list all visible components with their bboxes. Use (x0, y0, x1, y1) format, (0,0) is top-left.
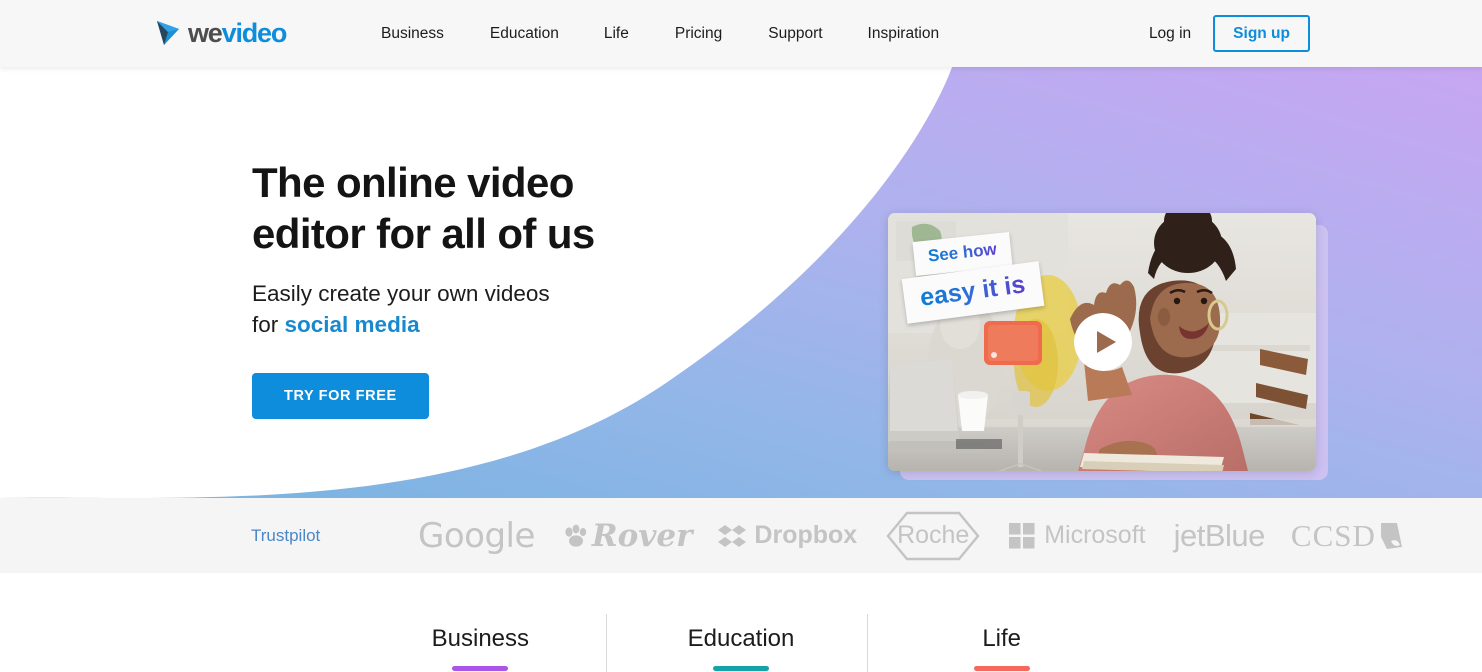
paw-print-icon (565, 524, 587, 547)
nav-item-business[interactable]: Business (381, 25, 444, 43)
brand-logo-jetblue: jetBlue (1173, 517, 1266, 553)
signup-button[interactable]: Sign up (1213, 14, 1310, 53)
nav-item-support[interactable]: Support (768, 25, 822, 43)
page-title: The online video editor for all of us (252, 157, 812, 259)
category-divider-1 (606, 614, 607, 672)
category-education-accent (713, 666, 769, 671)
category-life-accent (973, 666, 1030, 671)
sticker-easy-it-is-text: easy it is (918, 270, 1027, 312)
play-triangle-icon (157, 21, 179, 45)
category-life-label: Life (982, 625, 1022, 652)
customer-logo-band: Trustpilot Google Rover Dropbox Roche Mi… (0, 498, 1482, 573)
hero-video-card[interactable]: See how easy it is (888, 213, 1316, 471)
logo-text-we: we (188, 18, 223, 48)
category-divider-2 (867, 614, 868, 672)
brand-logo-rover: Rover (563, 517, 693, 554)
nav-item-pricing[interactable]: Pricing (675, 25, 722, 43)
brand-logo-dropbox: Dropbox (718, 521, 857, 550)
dropbox-icon (718, 524, 747, 547)
category-life[interactable]: Life (871, 573, 1132, 672)
nav-item-life[interactable]: Life (604, 25, 629, 43)
category-business-label: Business (431, 625, 530, 652)
wevideo-logo[interactable]: wevideo (155, 18, 288, 48)
brand-logo-roche-text: Roche (897, 521, 970, 549)
category-business[interactable]: Business (350, 573, 611, 672)
trustpilot-link[interactable]: Trustpilot (251, 526, 320, 546)
brand-logo-dropbox-text: Dropbox (754, 521, 858, 549)
brand-logo-ccsd-text: CCSD (1290, 517, 1376, 553)
brand-logo-ccsd: CCSD (1291, 518, 1404, 554)
brand-logo-microsoft: Microsoft (1009, 521, 1146, 550)
sticker-see-how-text: See how (927, 239, 998, 266)
category-business-accent (452, 666, 509, 671)
category-row: Business Education Life (350, 573, 1132, 672)
hero-section: The online video editor for all of us Ea… (0, 67, 1482, 498)
nav-item-inspiration[interactable]: Inspiration (868, 25, 940, 43)
nav-item-education[interactable]: Education (490, 25, 559, 43)
site-header: wevideo Business Education Life Pricing … (0, 0, 1482, 67)
category-education[interactable]: Education (611, 573, 872, 672)
logo-wordmark: wevideo (188, 18, 288, 48)
brand-logo-rover-text: Rover (591, 517, 693, 554)
category-education-label: Education (687, 625, 795, 652)
nevada-shape-icon (1380, 522, 1402, 549)
hero-subtitle: Easily create your own videos for social… (252, 278, 812, 340)
brand-logo-roche: Roche (885, 510, 981, 562)
hero-sub-highlight[interactable]: social media (285, 312, 420, 337)
logo-text-video: video (221, 18, 288, 48)
brand-logo-google: Google (418, 515, 535, 556)
hero-copy: The online video editor for all of us Ea… (252, 157, 812, 419)
hero-title-line1: The online video (252, 159, 574, 206)
main-navigation: Business Education Life Pricing Support … (381, 0, 939, 67)
brand-logo-microsoft-text: Microsoft (1044, 521, 1146, 549)
brand-logo-list: Google Rover Dropbox Roche Microsoft jet… (418, 498, 1404, 573)
microsoft-squares-icon (1009, 522, 1035, 548)
play-icon[interactable] (1074, 313, 1132, 371)
login-link[interactable]: Log in (1149, 25, 1191, 43)
hero-sub-prefix: for (252, 312, 285, 337)
hero-title-line2: editor for all of us (252, 210, 595, 257)
try-for-free-button[interactable]: TRY FOR FREE (252, 373, 429, 419)
hero-sub-line1: Easily create your own videos (252, 281, 550, 306)
category-section: Business Education Life (0, 573, 1482, 672)
header-actions: Log in Sign up (1149, 0, 1310, 67)
